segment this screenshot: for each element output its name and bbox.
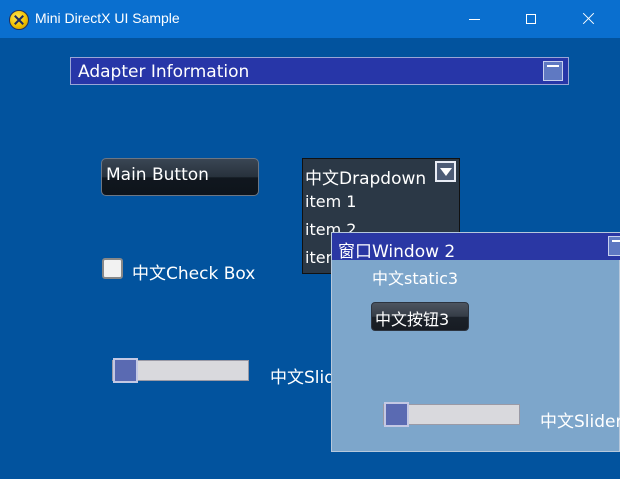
window-titlebar[interactable]: Mini DirectX UI Sample [0,0,620,38]
window-2-button[interactable]: 中文按钮3 [371,302,469,331]
close-icon [581,12,595,26]
window-2-title: 窗口Window 2 [338,242,456,262]
check-box[interactable] [102,258,123,279]
main-button[interactable]: Main Button [101,158,259,196]
window-2-slider-label: 中文Slider [540,412,620,432]
adapter-information-panel[interactable]: Adapter Information [70,57,569,85]
adapter-minimize-button[interactable] [543,61,563,81]
window-title: Mini DirectX UI Sample [35,10,180,26]
window-2-titlebar[interactable]: 窗口Window 2 [332,233,620,262]
window-2[interactable]: 窗口Window 2 中文static3 中文按钮3 中文Slider [331,232,620,452]
static-text: 中文static3 [372,269,459,288]
window-2-slider-thumb[interactable] [384,402,409,427]
adapter-information-title: Adapter Information [78,62,250,82]
minimize-icon [468,18,480,20]
check-box-label[interactable]: 中文Check Box [132,259,255,284]
window-2-minimize-button[interactable] [608,236,620,256]
window-2-button-label: 中文按钮3 [375,310,450,329]
maximize-icon [526,14,536,24]
slider-thumb[interactable] [113,358,138,383]
main-button-label: Main Button [106,165,209,185]
dropdown-item[interactable]: item 1 [305,192,356,211]
close-button[interactable] [560,0,616,38]
dropdown-arrow-icon[interactable] [435,161,456,182]
dropdown-selected-value[interactable]: 中文Drapdown [305,164,426,189]
directx-icon [9,10,29,30]
minimize-button[interactable] [446,0,502,38]
maximize-button[interactable] [503,0,559,38]
